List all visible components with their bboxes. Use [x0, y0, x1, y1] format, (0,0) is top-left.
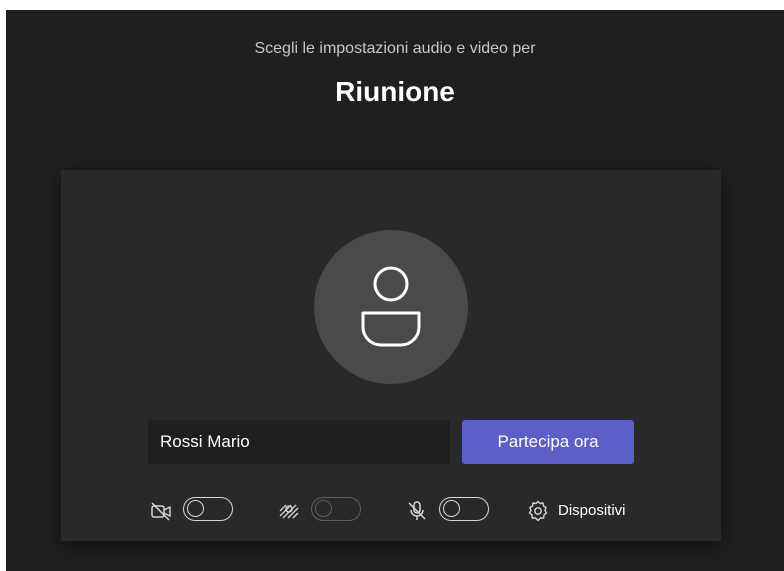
prejoin-subtitle: Scegli le impostazioni audio e video per — [254, 40, 536, 57]
device-controls: Dispositivi — [61, 496, 721, 526]
gear-icon[interactable] — [526, 499, 550, 523]
name-field[interactable] — [148, 420, 450, 464]
prejoin-window: Scegli le impostazioni audio e video per… — [6, 10, 784, 571]
background-blur-icon — [279, 504, 299, 519]
person-icon — [361, 266, 421, 347]
join-now-button[interactable]: Partecipa ora — [462, 420, 634, 464]
background-effects-toggle[interactable] — [311, 497, 361, 521]
camera-off-icon[interactable] — [149, 499, 173, 523]
camera-toggle-knob — [187, 500, 204, 517]
background-effects-toggle-knob — [315, 500, 332, 517]
microphone-toggle[interactable] — [439, 497, 489, 521]
camera-toggle[interactable] — [183, 497, 233, 521]
devices-button[interactable]: Dispositivi — [558, 502, 626, 519]
microphone-toggle-knob — [443, 500, 460, 517]
meeting-title: Riunione — [335, 76, 455, 107]
preview-panel: Partecipa ora — [61, 170, 721, 541]
mic-off-icon[interactable] — [405, 499, 429, 523]
avatar — [314, 230, 468, 384]
